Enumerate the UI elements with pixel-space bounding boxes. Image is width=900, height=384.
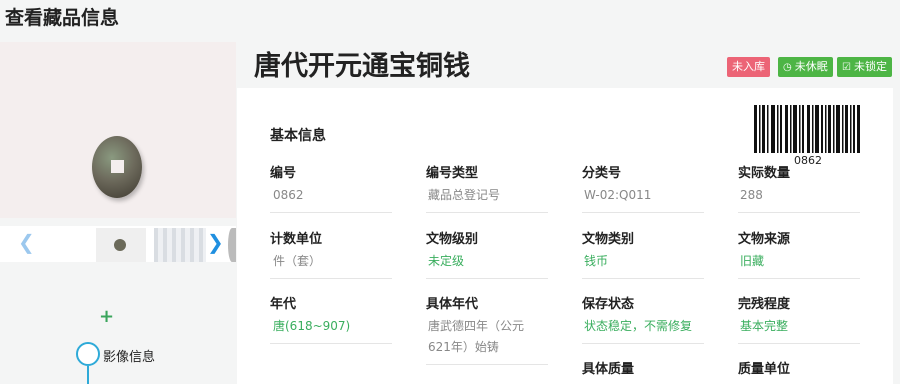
- status-badge-not-locked: ☑ 未锁定: [837, 57, 892, 77]
- thumbnail-1[interactable]: [96, 228, 146, 262]
- value-relic-category: 钱币: [584, 254, 609, 268]
- plus-icon[interactable]: +: [99, 306, 114, 327]
- label-relic-category: 文物类别: [582, 232, 635, 247]
- value-preservation-state: 状态稳定，不需修复: [584, 319, 693, 333]
- relic-title: 唐代开元通宝铜钱: [254, 51, 470, 82]
- lock-icon: ☑: [842, 62, 851, 73]
- label-actual-quantity: 实际数量: [738, 166, 791, 181]
- value-completeness: 基本完整: [740, 319, 789, 333]
- chevron-left-icon[interactable]: ❮: [18, 230, 35, 254]
- value-relic-source: 旧藏: [740, 254, 765, 268]
- value-actual-quantity: 288: [740, 188, 763, 202]
- value-count-unit: 件（套）: [273, 254, 322, 268]
- step-connector: [87, 366, 89, 384]
- value-relic-grade: 未定级: [428, 254, 465, 268]
- label-completeness: 完残程度: [738, 297, 791, 312]
- step-indicator[interactable]: [76, 342, 100, 366]
- label-relic-source: 文物来源: [738, 232, 791, 247]
- chevron-right-icon[interactable]: ❯: [207, 230, 224, 254]
- clock-icon: ◷: [783, 62, 792, 73]
- label-count-unit: 计数单位: [270, 232, 323, 247]
- label-class-number: 分类号: [582, 166, 622, 181]
- step-label-imaging[interactable]: 影像信息: [103, 346, 155, 365]
- relic-main-image[interactable]: [0, 42, 236, 218]
- value-specific-era: 唐武德四年（公元621年）始铸: [428, 319, 525, 354]
- label-specific-mass: 具体质量: [582, 362, 635, 377]
- value-number: 0862: [273, 188, 304, 202]
- section-title-basic-info: 基本信息: [270, 128, 326, 144]
- barcode-image: [754, 105, 860, 153]
- label-era: 年代: [270, 297, 297, 312]
- label-mass-unit: 质量单位: [738, 362, 791, 377]
- label-number-type: 编号类型: [426, 166, 479, 181]
- value-class-number: W-02:Q011: [584, 188, 652, 202]
- value-number-type: 藏品总登记号: [428, 188, 501, 202]
- barcode-number: 0862: [794, 154, 822, 167]
- label-preservation-state: 保存状态: [582, 297, 635, 312]
- label-specific-era: 具体年代: [426, 297, 479, 312]
- label-number: 编号: [270, 166, 297, 181]
- status-badge-not-dormant: ◷ 未休眠: [778, 57, 833, 77]
- thumbnail-3[interactable]: [228, 228, 236, 262]
- label-relic-grade: 文物级别: [426, 232, 479, 247]
- page-title: 查看藏品信息: [5, 7, 120, 29]
- coin-image: [92, 136, 142, 198]
- thumbnail-2[interactable]: [154, 228, 206, 262]
- status-badge-not-stored: 未入库: [727, 57, 770, 77]
- value-era: 唐(618~907): [273, 319, 351, 333]
